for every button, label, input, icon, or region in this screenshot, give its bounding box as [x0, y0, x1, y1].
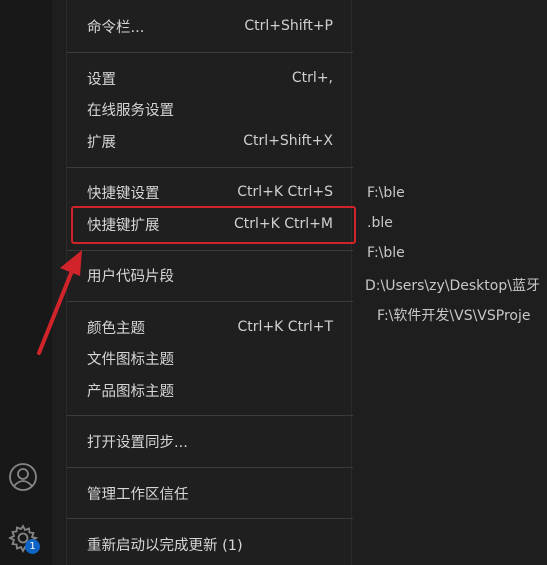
menu-item-shortcut: Ctrl+K Ctrl+S	[237, 184, 333, 200]
menu-item-label: 重新启动以完成更新 (1)	[87, 537, 243, 554]
menu-item-color-theme[interactable]: 颜色主题 Ctrl+K Ctrl+T	[67, 312, 353, 342]
annotation-arrow-icon	[37, 250, 82, 355]
menu-separator	[67, 301, 353, 302]
menu-item-label: 命令栏...	[87, 19, 145, 36]
menu-item-workspace-trust[interactable]: 管理工作区信任	[67, 478, 353, 508]
menu-item-label: 扩展	[87, 134, 116, 151]
menu-item-shortcut: Ctrl+,	[291, 70, 333, 86]
menu-separator	[67, 467, 353, 468]
menu-separator	[67, 415, 353, 416]
menu-item-online-services[interactable]: 在线服务设置	[67, 94, 353, 124]
menu-separator	[67, 167, 353, 168]
update-badge: 1	[25, 539, 40, 554]
menu-item-label: 打开设置同步...	[87, 434, 188, 451]
menu-separator	[67, 250, 353, 251]
highlight-box	[71, 206, 356, 244]
menu-item-label: 产品图标主题	[87, 383, 174, 400]
background-path: D:\Users\zy\Desktop\蓝牙	[365, 278, 540, 294]
menu-item-label: 在线服务设置	[87, 102, 174, 119]
menu-item-user-snippets[interactable]: 用户代码片段	[67, 260, 353, 290]
menu-item-shortcut: Ctrl+Shift+X	[243, 133, 333, 149]
menu-item-restart-update[interactable]: 重新启动以完成更新 (1)	[67, 529, 353, 559]
menu-item-keyboard-shortcuts[interactable]: 快捷键设置 Ctrl+K Ctrl+S	[67, 177, 353, 207]
menu-item-settings-sync[interactable]: 打开设置同步...	[67, 426, 353, 456]
menu-item-file-icon-theme[interactable]: 文件图标主题	[67, 343, 353, 373]
account-icon[interactable]	[7, 461, 39, 493]
menu-item-settings[interactable]: 设置 Ctrl+,	[67, 63, 353, 93]
menu-item-command-palette[interactable]: 命令栏... Ctrl+Shift+P	[67, 11, 353, 41]
background-path: F:\ble	[367, 245, 405, 261]
menu-item-label: 颜色主题	[87, 320, 145, 337]
menu-separator	[67, 52, 353, 53]
menu-item-label: 管理工作区信任	[87, 486, 189, 503]
background-path: .ble	[367, 215, 393, 231]
menu-item-label: 快捷键设置	[87, 185, 160, 202]
menu-item-shortcut: Ctrl+Shift+P	[244, 18, 333, 34]
menu-item-label: 文件图标主题	[87, 351, 174, 368]
menu-item-extensions[interactable]: 扩展 Ctrl+Shift+X	[67, 126, 353, 156]
background-path: F:\ble	[367, 185, 405, 201]
menu-item-shortcut: Ctrl+K Ctrl+T	[237, 319, 333, 335]
menu-item-label: 设置	[87, 71, 116, 88]
menu-item-product-icon-theme[interactable]: 产品图标主题	[67, 375, 353, 405]
background-path: F:\软件开发\VS\VSProje	[377, 308, 531, 324]
menu-item-label: 用户代码片段	[87, 268, 174, 285]
menu-separator	[67, 518, 353, 519]
manage-menu: 命令栏... Ctrl+Shift+P 设置 Ctrl+, 在线服务设置 扩展 …	[66, 0, 353, 565]
